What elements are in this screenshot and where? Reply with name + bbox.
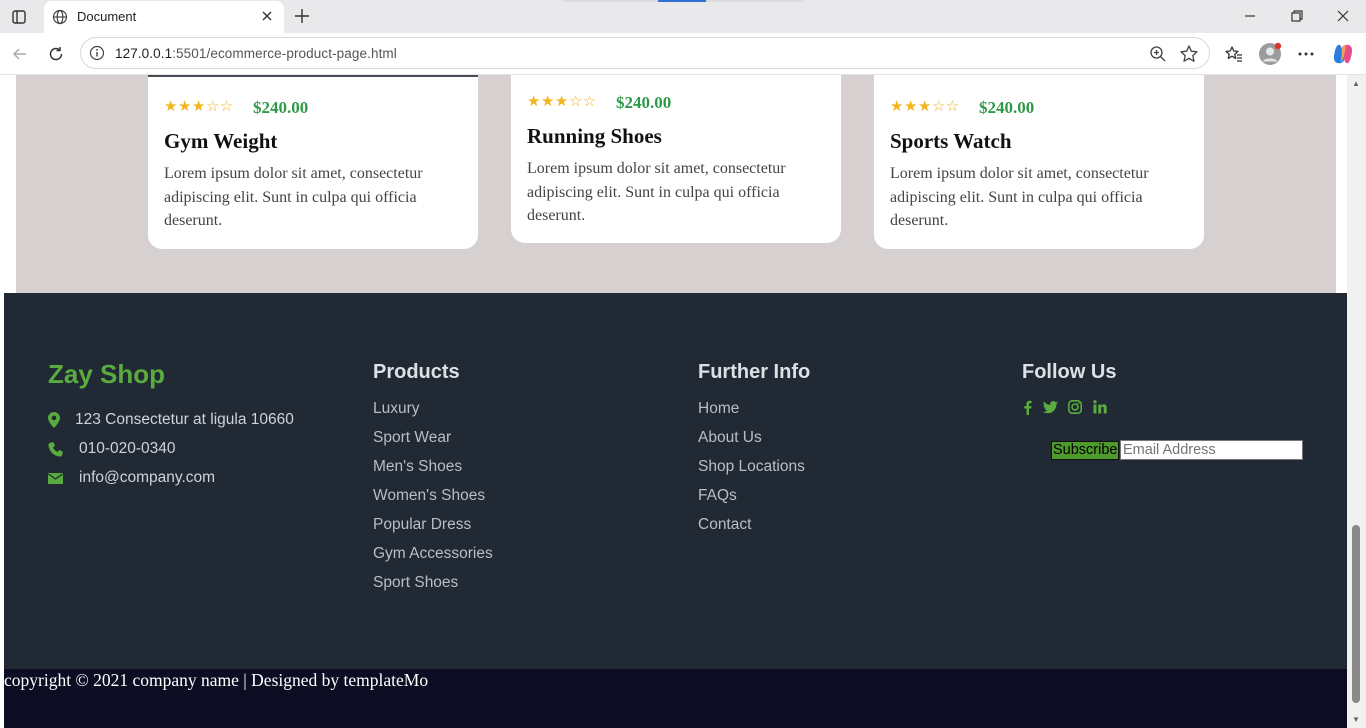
footer-link-luxury[interactable]: Luxury xyxy=(373,400,420,418)
tab-title: Document xyxy=(77,9,137,24)
product-name[interactable]: Gym Weight xyxy=(164,129,277,154)
close-icon[interactable] xyxy=(258,7,276,25)
product-card[interactable]: ★★★☆☆ $240.00 Gym Weight Lorem ipsum dol… xyxy=(148,75,478,249)
map-marker-icon xyxy=(48,412,70,428)
footer-link-popular-dress[interactable]: Popular Dress xyxy=(373,516,471,534)
footer-link-mens-shoes[interactable]: Men's Shoes xyxy=(373,458,462,476)
scroll-down-arrow-icon[interactable]: ▼ xyxy=(1352,715,1360,724)
copilot-icon[interactable] xyxy=(1331,42,1355,66)
footer-link-home[interactable]: Home xyxy=(698,400,739,418)
url-field[interactable]: 127.0.0.1:5501/ecommerce-product-page.ht… xyxy=(80,37,1210,69)
product-card[interactable]: ★★★☆☆ $240.00 Running Shoes Lorem ipsum … xyxy=(511,75,841,243)
footer-link-contact[interactable]: Contact xyxy=(698,516,751,534)
favorites-icon[interactable] xyxy=(1222,42,1246,66)
browser-tab-bar: Document xyxy=(0,0,1366,33)
footer-link-shop-locations[interactable]: Shop Locations xyxy=(698,458,805,476)
footer-address: 123 Consectetur at ligula 10660 xyxy=(48,411,294,429)
rating-stars: ★★★☆☆ xyxy=(890,99,960,115)
copyright-text: copyright © 2021 company name | Designed… xyxy=(4,670,429,690)
url-path: :5501/ecommerce-product-page.html xyxy=(172,46,397,61)
footer-phone: 010-020-0340 xyxy=(48,440,176,458)
profile-icon[interactable] xyxy=(1258,42,1282,66)
envelope-icon xyxy=(48,472,70,484)
twitter-icon[interactable] xyxy=(1042,399,1058,415)
product-description: Lorem ipsum dolor sit amet, consectetur … xyxy=(527,160,786,224)
footer-link-sport-shoes[interactable]: Sport Shoes xyxy=(373,574,458,592)
minimize-icon[interactable] xyxy=(1238,5,1262,27)
site-footer: Zay Shop 123 Consectetur at ligula 10660… xyxy=(4,293,1347,669)
tab-strip-accent xyxy=(658,0,706,2)
window-close-icon[interactable] xyxy=(1331,5,1355,27)
further-info-column-title: Further Info xyxy=(698,361,811,383)
rating-stars: ★★★☆☆ xyxy=(164,99,234,115)
email-input[interactable] xyxy=(1120,440,1303,460)
product-price: $240.00 xyxy=(979,98,1035,117)
email-text[interactable]: info@company.com xyxy=(79,469,215,487)
product-price: $240.00 xyxy=(616,93,672,112)
footer-link-about-us[interactable]: About Us xyxy=(698,429,762,447)
product-name[interactable]: Running Shoes xyxy=(527,124,662,149)
scrollbar-thumb[interactable] xyxy=(1352,525,1360,703)
product-card[interactable]: ★★★☆☆ $240.00 Sports Watch Lorem ipsum d… xyxy=(874,75,1204,249)
footer-link-faqs[interactable]: FAQs xyxy=(698,487,737,505)
favorite-star-icon[interactable] xyxy=(1179,44,1199,64)
reload-icon[interactable] xyxy=(45,43,67,65)
site-info-icon[interactable] xyxy=(89,45,105,61)
rating-stars: ★★★☆☆ xyxy=(527,94,597,110)
footer-link-sport-wear[interactable]: Sport Wear xyxy=(373,429,451,447)
footer-link-womens-shoes[interactable]: Women's Shoes xyxy=(373,487,485,505)
address-text: 123 Consectetur at ligula 10660 xyxy=(75,411,294,428)
globe-icon xyxy=(52,9,68,25)
footer-brand-logo[interactable]: Zay Shop xyxy=(48,359,165,390)
restore-icon[interactable] xyxy=(1285,5,1309,27)
phone-icon xyxy=(48,441,70,457)
card-image-bottom-edge xyxy=(148,75,478,77)
copyright-bar: copyright © 2021 company name | Designed… xyxy=(4,669,1347,728)
facebook-icon[interactable] xyxy=(1019,399,1035,415)
url-host: 127.0.0.1 xyxy=(115,46,173,61)
featured-products-section: ★★★☆☆ $240.00 Gym Weight Lorem ipsum dol… xyxy=(16,75,1336,293)
back-icon[interactable] xyxy=(9,43,31,65)
footer-link-gym-accessories[interactable]: Gym Accessories xyxy=(373,545,493,563)
url-text: 127.0.0.1:5501/ecommerce-product-page.ht… xyxy=(115,46,397,61)
browser-tab[interactable]: Document xyxy=(44,1,284,33)
product-description: Lorem ipsum dolor sit amet, consectetur … xyxy=(164,165,423,229)
products-column-title: Products xyxy=(373,361,460,383)
tab-strip-indicator xyxy=(563,0,803,2)
page-scrollbar[interactable]: ▲ ▼ xyxy=(1347,75,1366,728)
product-description: Lorem ipsum dolor sit amet, consectetur … xyxy=(890,165,1149,229)
footer-email: info@company.com xyxy=(48,469,215,487)
zoom-icon[interactable] xyxy=(1149,45,1167,63)
page-viewport: ★★★☆☆ $240.00 Gym Weight Lorem ipsum dol… xyxy=(0,75,1347,728)
follow-us-column-title: Follow Us xyxy=(1022,361,1117,383)
phone-text[interactable]: 010-020-0340 xyxy=(79,440,176,458)
more-icon[interactable] xyxy=(1294,42,1318,66)
address-bar: 127.0.0.1:5501/ecommerce-product-page.ht… xyxy=(0,33,1366,75)
product-price: $240.00 xyxy=(253,98,309,117)
new-tab-icon[interactable] xyxy=(291,5,313,27)
tab-actions-icon[interactable] xyxy=(8,6,30,28)
scroll-up-arrow-icon[interactable]: ▲ xyxy=(1352,79,1360,88)
linkedin-icon[interactable] xyxy=(1092,399,1108,415)
instagram-icon[interactable] xyxy=(1067,399,1083,415)
product-name[interactable]: Sports Watch xyxy=(890,129,1012,154)
subscribe-button[interactable]: Subscribe xyxy=(1051,441,1120,460)
